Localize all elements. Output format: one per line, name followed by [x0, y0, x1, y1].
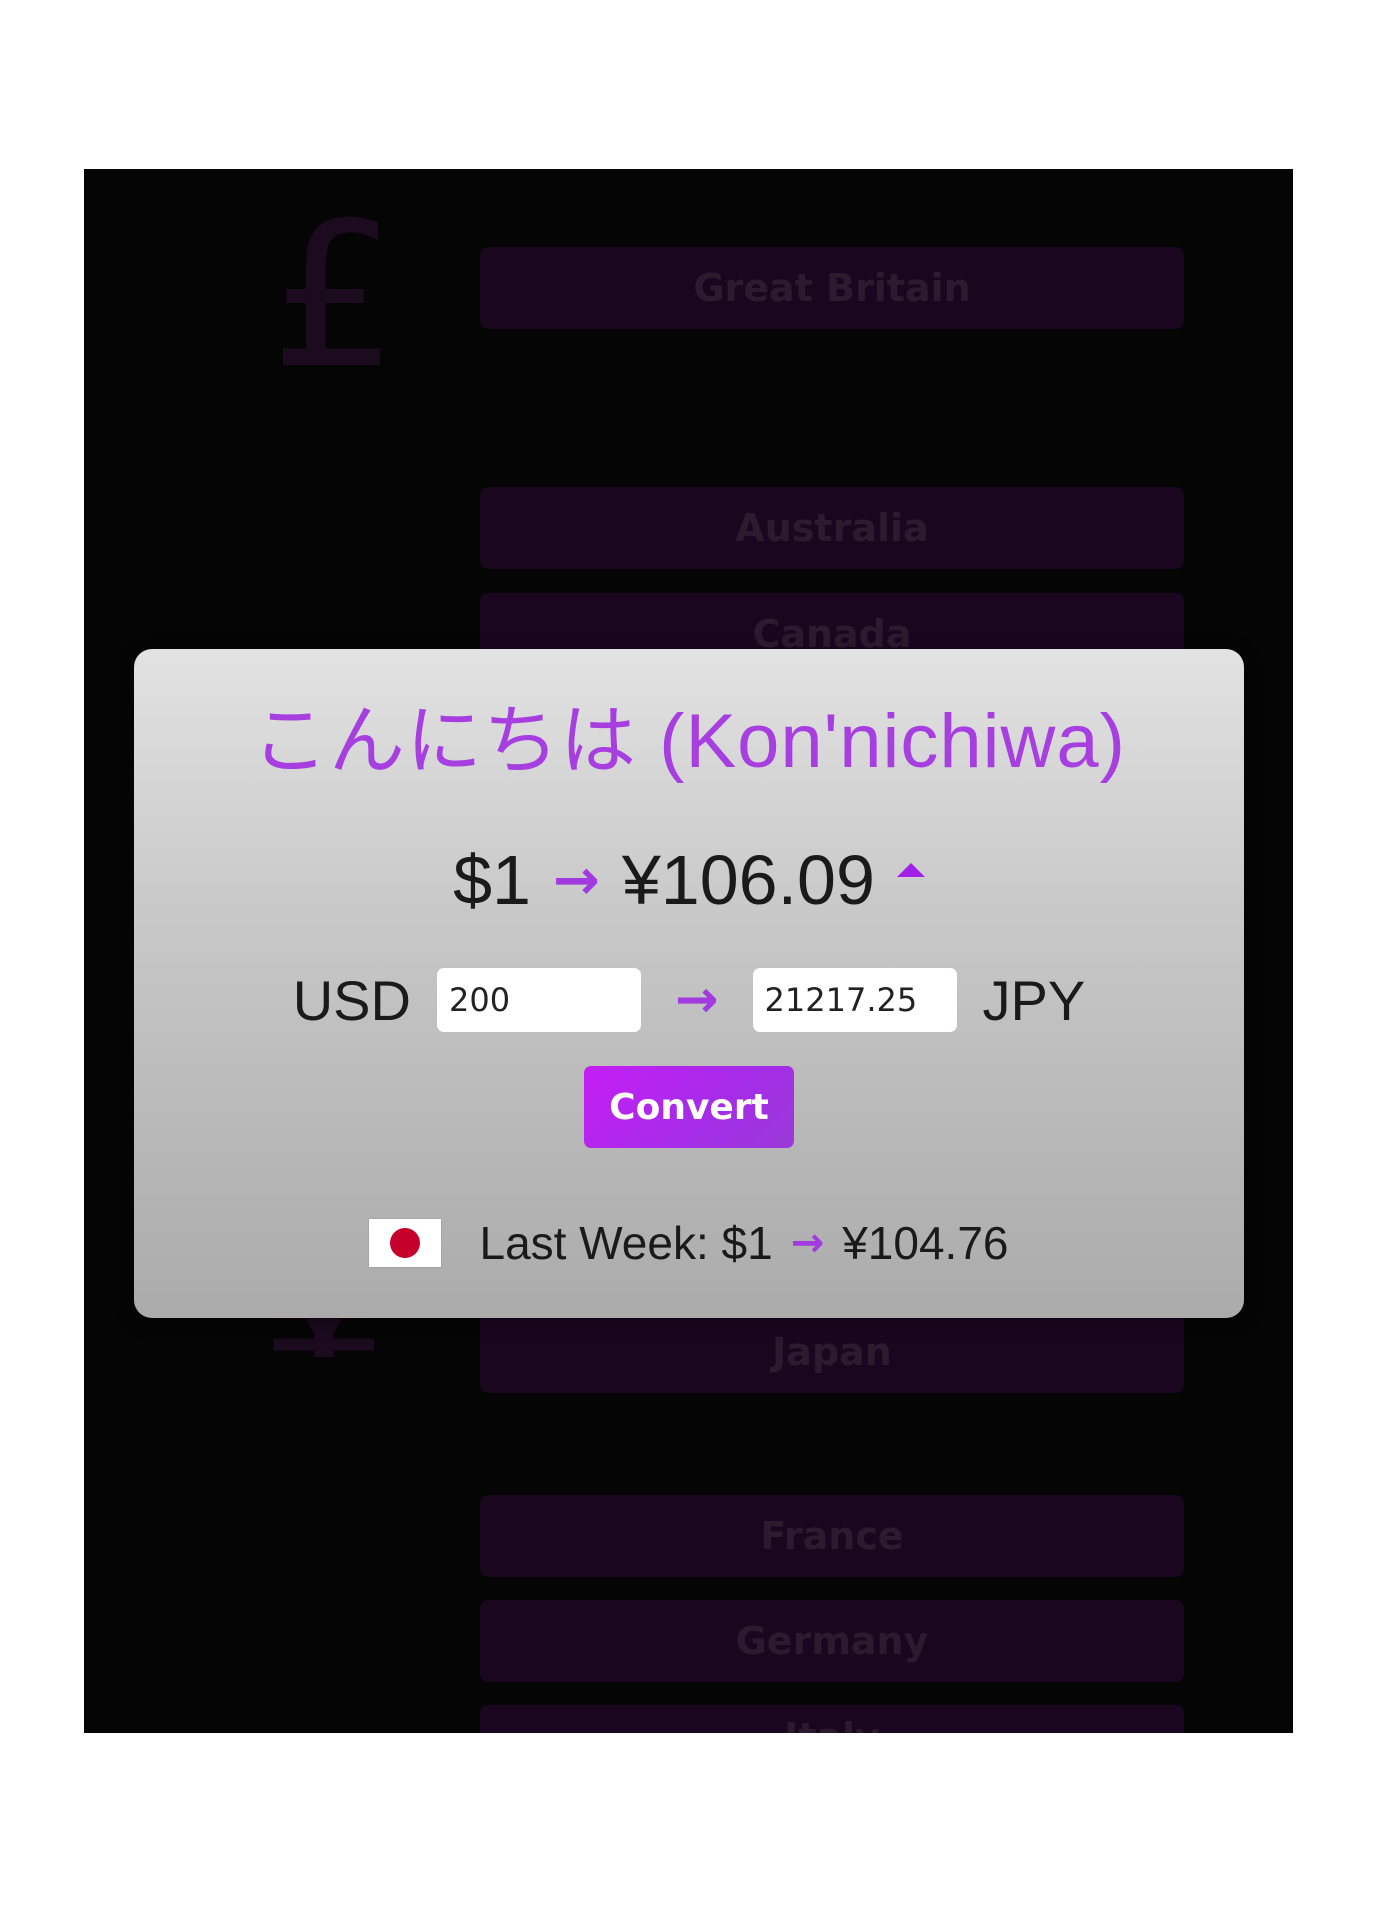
trend-up-icon — [896, 863, 925, 877]
rate-to: ¥106.09 — [621, 841, 875, 919]
country-button-italy[interactable]: Italy — [480, 1705, 1184, 1733]
greeting-title: こんにちは (Kon'nichiwa) — [252, 699, 1126, 784]
country-button-france[interactable]: France — [480, 1495, 1184, 1577]
arrow-right-icon: → — [790, 1220, 825, 1266]
japan-flag-icon — [369, 1219, 442, 1267]
country-button-germany[interactable]: Germany — [480, 1600, 1184, 1682]
arrow-right-icon: → — [552, 847, 600, 913]
convert-button[interactable]: Convert — [584, 1066, 794, 1148]
from-amount-input[interactable] — [436, 968, 641, 1032]
to-currency-code: JPY — [982, 968, 1086, 1032]
currency-modal: こんにちは (Kon'nichiwa) $1 → ¥106.09 USD → J… — [134, 649, 1244, 1318]
rate-from: $1 — [453, 841, 531, 919]
to-amount-input[interactable] — [752, 968, 957, 1032]
exchange-rate: $1 → ¥106.09 — [134, 835, 1244, 925]
from-currency-code: USD — [292, 968, 411, 1032]
country-button-australia[interactable]: Australia — [480, 487, 1184, 569]
last-week-rate-value: ¥104.76 — [842, 1217, 1009, 1269]
last-week-label: Last Week: $1 — [479, 1217, 773, 1269]
pound-symbol-icon: £ — [270, 180, 398, 413]
country-button-great-britain[interactable]: Great Britain — [480, 247, 1184, 329]
last-week-rate: Last Week: $1 → ¥104.76 — [134, 1215, 1244, 1271]
country-button-japan[interactable]: Japan — [480, 1311, 1184, 1393]
arrow-right-icon: → — [674, 970, 719, 1030]
converter-row: USD → JPY — [134, 965, 1244, 1035]
